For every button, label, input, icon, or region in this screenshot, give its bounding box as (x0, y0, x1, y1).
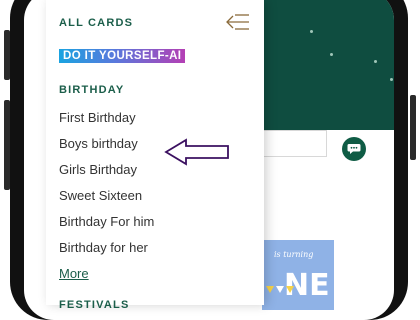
hero-banner (260, 0, 394, 130)
diy-ai-link[interactable]: DO IT YOURSELF-AI (59, 49, 186, 63)
section-title-festivals: FESTIVALS (59, 299, 130, 311)
menu-collapse-arrow-icon[interactable] (226, 12, 250, 32)
menu-item-boys-birthday[interactable]: Boys birthday (59, 136, 138, 151)
banner-dot (310, 30, 313, 33)
search-field-edge[interactable] (260, 130, 327, 157)
more-link[interactable]: More (59, 266, 89, 281)
card-subtext: is turning (274, 250, 314, 259)
drawer-header: ALL CARDS (59, 17, 134, 29)
menu-item-birthday-for-him[interactable]: Birthday For him (59, 214, 154, 229)
app-frame: is turning NE ALL CARDS DO IT YOURSELF-A… (0, 0, 420, 320)
menu-item-girls-birthday[interactable]: Girls Birthday (59, 162, 137, 177)
menu-item-first-birthday[interactable]: First Birthday (59, 110, 136, 125)
section-title-birthday: BIRTHDAY (59, 84, 125, 96)
bunting-flag (276, 286, 284, 293)
bunting-flag (286, 286, 294, 293)
menu-item-birthday-for-her[interactable]: Birthday for her (59, 240, 148, 255)
phone-side-button (4, 30, 10, 80)
banner-dot (390, 78, 393, 81)
banner-dot (330, 53, 333, 56)
banner-dot (374, 60, 377, 63)
bunting-flag (266, 286, 274, 293)
phone-side-button (4, 100, 10, 190)
chat-bubble-icon (347, 144, 361, 154)
card-thumbnail[interactable]: is turning NE (262, 240, 334, 310)
phone-side-button (410, 95, 416, 160)
chat-button[interactable] (342, 137, 366, 161)
menu-item-sweet-sixteen[interactable]: Sweet Sixteen (59, 188, 142, 203)
pointer-arrow-icon (164, 138, 229, 166)
